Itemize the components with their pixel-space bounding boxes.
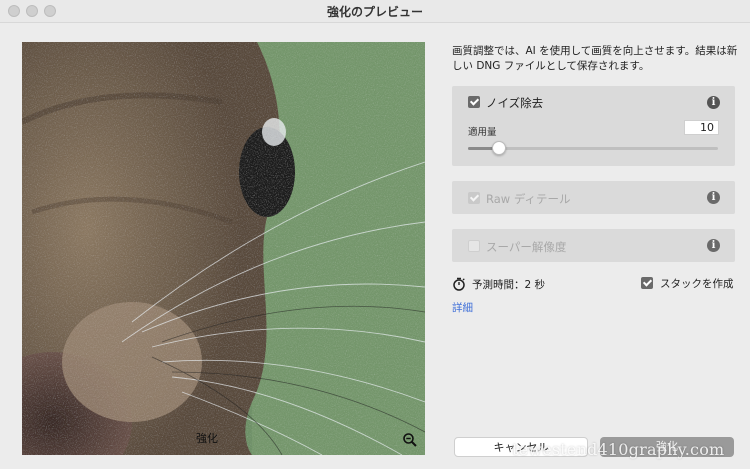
super-resolution-panel: スーパー解像度 i <box>452 229 735 262</box>
window-title: 強化のプレビュー <box>326 5 423 19</box>
raw-details-label: Raw ディテール <box>486 192 571 206</box>
noise-reduction-checkbox[interactable] <box>468 96 480 108</box>
noise-reduction-panel: ノイズ除去 i 適用量 10 <box>452 86 735 166</box>
zoom-out-icon[interactable] <box>402 432 418 448</box>
super-resolution-checkbox[interactable] <box>468 240 480 252</box>
create-stack-label: スタックを作成 <box>660 278 734 290</box>
preview-mode-label: 強化 <box>196 432 218 445</box>
preview-image[interactable] <box>22 42 425 455</box>
noise-reduction-info-icon[interactable]: i <box>707 96 720 109</box>
create-stack-checkbox[interactable] <box>641 277 653 289</box>
raw-details-info-icon[interactable]: i <box>707 191 720 204</box>
noise-reduction-label: ノイズ除去 <box>486 96 544 110</box>
estimated-time: 予測時間：2 秒 <box>472 279 546 291</box>
amount-slider-thumb[interactable] <box>491 141 506 155</box>
cancel-button[interactable]: キャンセル <box>454 437 588 457</box>
amount-label: 適用量 <box>468 127 497 138</box>
amount-slider[interactable] <box>468 141 718 155</box>
enhance-button[interactable]: 強化 <box>600 437 734 457</box>
raw-details-checkbox[interactable] <box>468 192 480 204</box>
details-link[interactable]: 詳細 <box>452 300 473 315</box>
description-text: 画質調整では、AI を使用して画質を向上させます。結果は新しい DNG ファイル… <box>452 45 738 72</box>
raw-details-panel: Raw ディテール i <box>452 181 735 214</box>
amount-field[interactable]: 10 <box>684 120 719 135</box>
title-bar: 強化のプレビュー <box>0 0 750 23</box>
timer-icon <box>453 277 465 291</box>
super-resolution-label: スーパー解像度 <box>486 240 567 254</box>
super-resolution-info-icon[interactable]: i <box>707 239 720 252</box>
